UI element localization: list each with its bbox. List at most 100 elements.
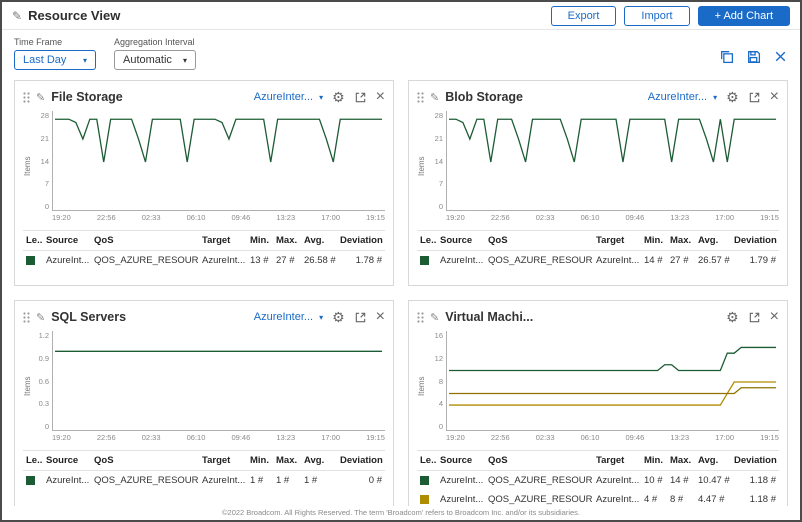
cell-source: AzureInt... xyxy=(437,471,485,491)
tick-label: 0 xyxy=(45,422,49,431)
source-dropdown[interactable]: AzureInter...▾ xyxy=(254,311,323,323)
app-header: ✎ Resource View Export Import + Add Char… xyxy=(2,2,800,30)
time-frame-value: Last Day xyxy=(23,54,66,66)
expand-icon[interactable] xyxy=(748,311,761,324)
col-target: Target xyxy=(593,231,641,251)
col-min: Min. xyxy=(641,451,667,471)
col-source: Source xyxy=(43,451,91,471)
chart-panel-file-storage: ✎ File Storage AzureInter...▾ ⚙ × Items … xyxy=(14,80,394,286)
drag-handle-icon[interactable] xyxy=(417,92,424,103)
plot-wrap: 19:2022:5602:3306:1009:4613:2317:0019:15 xyxy=(446,331,779,442)
gear-icon[interactable]: ⚙ xyxy=(332,310,345,324)
series-table: Le... Source QoS Target Min. Max. Avg. D… xyxy=(23,230,385,270)
tick-label: 0.9 xyxy=(39,354,49,363)
close-icon[interactable] xyxy=(773,49,788,64)
tick-label: 09:46 xyxy=(626,433,645,442)
edit-view-icon[interactable]: ✎ xyxy=(12,9,22,23)
tick-label: 16 xyxy=(435,331,443,340)
tick-label: 7 xyxy=(45,179,49,188)
tick-label: 21 xyxy=(41,134,49,143)
view-toolbar xyxy=(719,37,788,64)
page-title: Resource View xyxy=(28,8,120,23)
expand-icon[interactable] xyxy=(354,311,367,324)
col-max: Max. xyxy=(667,451,695,471)
time-frame-select[interactable]: Last Day ▾ xyxy=(14,50,96,70)
col-legend: Le... xyxy=(23,451,43,471)
col-legend: Le... xyxy=(417,231,437,251)
cell-min: 1 # xyxy=(247,471,273,491)
panel-title: SQL Servers xyxy=(51,310,126,324)
col-legend: Le... xyxy=(417,451,437,471)
col-target: Target xyxy=(199,451,247,471)
source-dropdown[interactable]: AzureInter...▾ xyxy=(254,91,323,103)
tick-label: 19:20 xyxy=(52,213,71,222)
series-table: Le... Source QoS Target Min. Max. Avg. D… xyxy=(23,450,385,490)
source-dropdown[interactable]: AzureInter...▾ xyxy=(648,91,717,103)
y-axis-ticks: 28211470 xyxy=(32,111,52,211)
cell-min: 14 # xyxy=(641,251,667,271)
tick-label: 09:46 xyxy=(232,433,251,442)
panel-header: ✎ Blob Storage AzureInter...▾ ⚙ × xyxy=(417,85,779,109)
tick-label: 22:56 xyxy=(97,433,116,442)
col-target: Target xyxy=(199,231,247,251)
tick-label: 02:33 xyxy=(142,433,161,442)
chart-panel-virtual-machines: ✎ Virtual Machi... ⚙ × Items 1612840 19:… xyxy=(408,300,788,512)
gear-icon[interactable]: ⚙ xyxy=(726,90,739,104)
expand-icon[interactable] xyxy=(748,91,761,104)
tick-label: 02:33 xyxy=(536,213,555,222)
import-button[interactable]: Import xyxy=(624,6,689,26)
close-panel-icon[interactable]: × xyxy=(376,309,385,325)
drag-handle-icon[interactable] xyxy=(417,312,424,323)
tick-label: 28 xyxy=(41,111,49,120)
chart-area: Items 1.20.90.60.30 19:2022:5602:3306:10… xyxy=(23,331,385,442)
tick-label: 06:10 xyxy=(187,433,206,442)
tick-label: 06:10 xyxy=(187,213,206,222)
add-chart-button[interactable]: + Add Chart xyxy=(698,6,790,26)
cell-target: AzureInt... xyxy=(199,251,247,271)
col-deviation: Deviation xyxy=(337,451,385,471)
cell-max: 27 # xyxy=(667,251,695,271)
chart-canvas xyxy=(52,111,385,211)
cell-deviation: 0 # xyxy=(337,471,385,491)
table-header-row: Le... Source QoS Target Min. Max. Avg. D… xyxy=(417,231,779,251)
duplicate-icon[interactable] xyxy=(719,49,734,64)
tick-label: 14 xyxy=(435,157,443,166)
tick-label: 8 xyxy=(439,377,443,386)
gear-icon[interactable]: ⚙ xyxy=(726,310,739,324)
cell-max: 27 # xyxy=(273,251,301,271)
tick-label: 17:00 xyxy=(715,213,734,222)
col-avg: Avg. xyxy=(301,231,337,251)
panel-header: ✎ File Storage AzureInter...▾ ⚙ × xyxy=(23,85,385,109)
gear-icon[interactable]: ⚙ xyxy=(332,90,345,104)
series-color-swatch xyxy=(420,256,429,265)
edit-chart-icon[interactable]: ✎ xyxy=(36,91,45,104)
close-panel-icon[interactable]: × xyxy=(770,89,779,105)
drag-handle-icon[interactable] xyxy=(23,92,30,103)
edit-chart-icon[interactable]: ✎ xyxy=(430,311,439,324)
aggregation-select[interactable]: Automatic ▾ xyxy=(114,50,196,70)
cell-source: AzureInt... xyxy=(43,251,91,271)
col-source: Source xyxy=(437,231,485,251)
panel-tools: AzureInter...▾ ⚙ × xyxy=(254,89,385,105)
drag-handle-icon[interactable] xyxy=(23,312,30,323)
cell-avg: 1 # xyxy=(301,471,337,491)
edit-chart-icon[interactable]: ✎ xyxy=(430,91,439,104)
panel-title: File Storage xyxy=(51,90,123,104)
close-panel-icon[interactable]: × xyxy=(376,89,385,105)
tick-label: 17:00 xyxy=(321,213,340,222)
y-axis-label: Items xyxy=(23,111,32,222)
tick-label: 13:23 xyxy=(670,213,689,222)
chevron-down-icon: ▾ xyxy=(713,93,717,102)
close-panel-icon[interactable]: × xyxy=(770,309,779,325)
tick-label: 28 xyxy=(435,111,443,120)
tick-label: 21 xyxy=(435,134,443,143)
x-axis-ticks: 19:2022:5602:3306:1009:4613:2317:0019:15 xyxy=(446,433,779,442)
export-button[interactable]: Export xyxy=(551,6,617,26)
table-row: AzureInt... QOS_AZURE_RESOURCE_FILE... A… xyxy=(23,251,385,271)
edit-chart-icon[interactable]: ✎ xyxy=(36,311,45,324)
tick-label: 1.2 xyxy=(39,331,49,340)
series-table: Le... Source QoS Target Min. Max. Avg. D… xyxy=(417,450,779,509)
expand-icon[interactable] xyxy=(354,91,367,104)
save-icon[interactable] xyxy=(746,49,761,64)
col-min: Min. xyxy=(247,451,273,471)
